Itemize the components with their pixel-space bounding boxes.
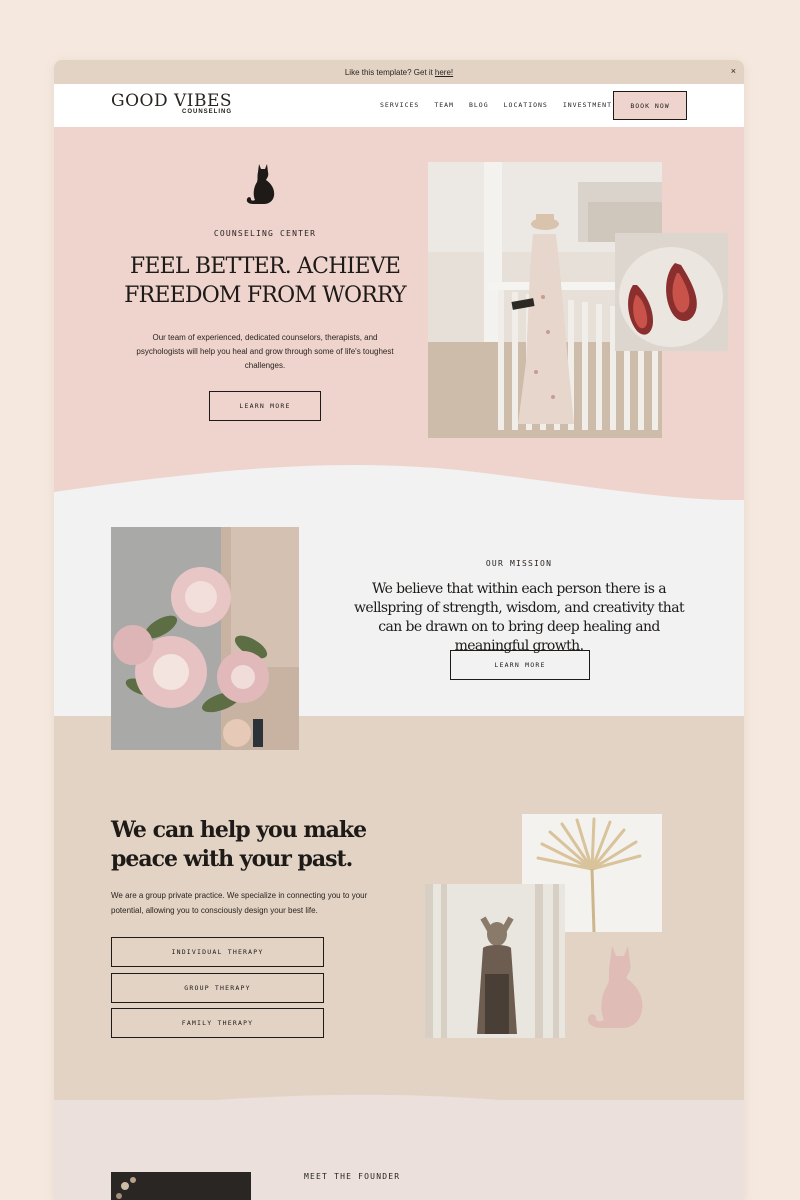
announcement-bar: Like this template? Get it here! × — [54, 60, 744, 84]
nav-item-locations[interactable]: LOCATIONS — [504, 101, 548, 109]
nav-item-services[interactable]: SERVICES — [380, 101, 419, 109]
logo-wordmark: GOOD VIBES — [111, 91, 233, 111]
wave-divider — [54, 465, 744, 515]
nav-item-blog[interactable]: BLOG — [469, 101, 489, 109]
services-description: We are a group private practice. We spec… — [111, 891, 368, 915]
founder-eyebrow: MEET THE FOUNDER — [304, 1172, 401, 1181]
curtain-silhouette-photo — [425, 884, 565, 1038]
nav-item-team[interactable]: TEAM — [434, 101, 454, 109]
announcement-link[interactable]: here! — [435, 68, 453, 77]
close-icon[interactable]: × — [731, 66, 736, 76]
hero-section: COUNSELING CENTER FEEL BETTER. ACHIEVE F… — [54, 127, 744, 507]
wave-divider-founder — [54, 1094, 744, 1135]
header-nav: GOOD VIBES COUNSELING SERVICES TEAM BLOG… — [54, 84, 744, 127]
figs-photo — [615, 233, 728, 351]
cat-silhouette-icon — [587, 946, 643, 1028]
browser-frame: Like this template? Get it here! × GOOD … — [54, 60, 744, 1200]
services-title: We can help you make peace with your pas… — [111, 817, 367, 872]
protea-bouquet-photo — [111, 527, 299, 750]
founder-photo — [111, 1172, 251, 1200]
announcement-text: Like this template? Get it — [344, 67, 433, 77]
mission-learn-more-button[interactable]: LEARN MORE — [450, 650, 590, 680]
group-therapy-button[interactable]: GROUP THERAPY — [111, 973, 324, 1003]
hero-eyebrow: COUNSELING CENTER — [213, 229, 317, 238]
individual-therapy-button[interactable]: INDIVIDUAL THERAPY — [111, 937, 324, 967]
hero-title: FEEL BETTER. ACHIEVE FREEDOM FROM WORRY — [124, 254, 407, 308]
book-now-button[interactable]: BOOK NOW — [613, 91, 687, 120]
nav-item-investment[interactable]: INVESTMENT — [563, 101, 612, 109]
cat-silhouette-icon — [246, 164, 275, 204]
logo[interactable]: GOOD VIBES COUNSELING — [111, 92, 232, 115]
hero-description: Our team of experienced, dedicated couns… — [136, 333, 394, 370]
hero-learn-more-button[interactable]: LEARN MORE — [209, 391, 321, 421]
main-menu: SERVICES TEAM BLOG LOCATIONS INVESTMENT — [380, 101, 612, 109]
family-therapy-button[interactable]: FAMILY THERAPY — [111, 1008, 324, 1038]
mission-statement: We believe that within each person there… — [354, 581, 685, 654]
mission-eyebrow: OUR MISSION — [485, 559, 553, 568]
